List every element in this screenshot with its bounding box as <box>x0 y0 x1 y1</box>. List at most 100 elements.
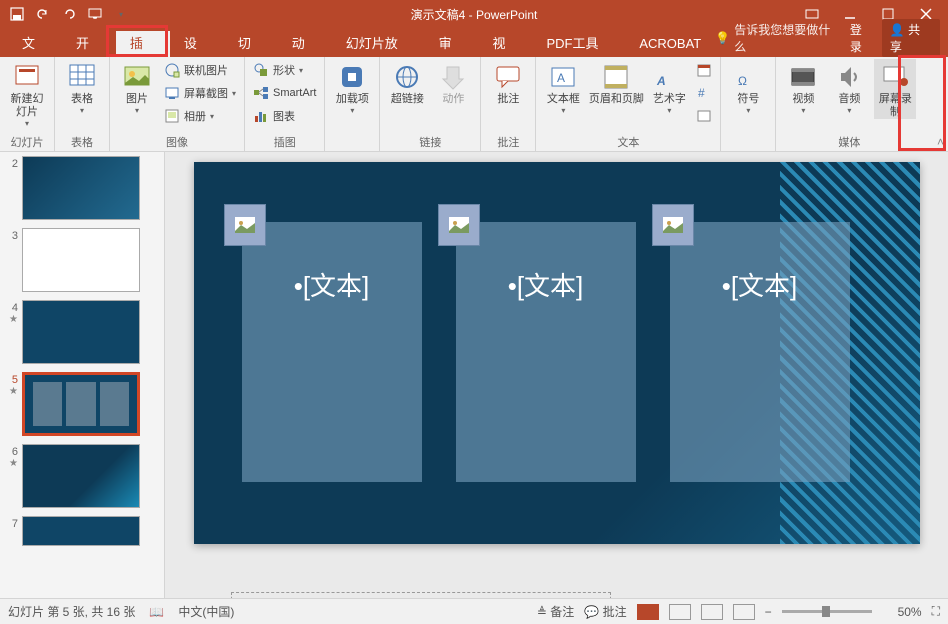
number-icon: # <box>696 85 712 101</box>
redo-icon[interactable] <box>60 5 78 23</box>
thumb-2[interactable] <box>22 156 140 220</box>
signin-link[interactable]: 登录 <box>850 21 874 55</box>
action-button[interactable]: 动作 <box>432 59 474 106</box>
bulb-icon: 💡 <box>715 31 730 45</box>
text-placeholder-1[interactable]: •[文本] <box>242 266 422 303</box>
datetime-button[interactable] <box>694 59 714 81</box>
zoom-level[interactable]: 50% <box>882 605 922 619</box>
headerfooter-button[interactable]: 页眉和页脚 <box>588 59 644 106</box>
thumb-6[interactable] <box>22 444 140 508</box>
thumb-4[interactable] <box>22 300 140 364</box>
comment-button[interactable]: 批注 <box>487 59 529 106</box>
chart-button[interactable]: 图表 <box>251 105 318 127</box>
thumb-3[interactable] <box>22 228 140 292</box>
slide-thumbnails[interactable]: 2 3 4★ 5★ 6★ 7 <box>0 152 165 598</box>
shapes-icon <box>253 62 269 78</box>
notes-button[interactable]: ≜ 备注 <box>537 603 574 620</box>
svg-text:Ω: Ω <box>738 74 747 88</box>
symbol-button[interactable]: Ω符号▾ <box>727 59 769 115</box>
comments-button[interactable]: 💬 批注 <box>584 603 626 620</box>
screenrec-button[interactable]: 屏幕录制 <box>874 59 916 119</box>
group-addins <box>331 134 373 150</box>
zoom-slider[interactable] <box>782 610 872 613</box>
svg-text:A: A <box>656 74 666 88</box>
section-title-placeholder[interactable]: 节标题 01 <box>231 592 611 598</box>
start-slideshow-icon[interactable] <box>86 5 104 23</box>
qat-dropdown-icon[interactable]: ▾ <box>112 5 130 23</box>
tab-home[interactable]: 开始 <box>62 31 116 57</box>
symbol-icon: Ω <box>732 61 764 93</box>
tab-insert[interactable]: 插入 <box>116 31 170 57</box>
tab-anim[interactable]: 动画 <box>278 31 332 57</box>
picture-icon <box>121 61 153 93</box>
undo-icon[interactable] <box>34 5 52 23</box>
new-slide-button[interactable]: 新建幻灯片▾ <box>6 59 48 128</box>
slide-canvas-area[interactable]: •[文本] •[文本] •[文本] 节标题 01 <box>165 152 948 598</box>
smartart-button[interactable]: SmartArt <box>251 82 318 104</box>
picture-placeholder-icon[interactable] <box>224 204 266 246</box>
thumb-7[interactable] <box>22 516 140 546</box>
wordart-button[interactable]: A艺术字▾ <box>648 59 690 115</box>
screenrec-icon <box>879 61 911 93</box>
tab-review[interactable]: 审阅 <box>425 31 479 57</box>
table-button[interactable]: 表格▾ <box>61 59 103 115</box>
language-status[interactable]: 中文(中国) <box>178 603 234 620</box>
online-pictures-button[interactable]: 联机图片 <box>162 59 238 81</box>
fit-window-button[interactable]: ⛶ <box>932 604 940 619</box>
group-comments: 批注 <box>487 134 529 150</box>
share-button[interactable]: 👤 共享 <box>882 19 940 57</box>
video-icon <box>787 61 819 93</box>
tab-view[interactable]: 视图 <box>479 31 533 57</box>
slide-counter[interactable]: 幻灯片 第 5 张, 共 16 张 <box>8 603 135 620</box>
zoom-slider-thumb[interactable] <box>822 606 830 617</box>
audio-button[interactable]: 音频▾ <box>828 59 870 115</box>
text-placeholder-3[interactable]: •[文本] <box>670 266 850 303</box>
comment-icon <box>492 61 524 93</box>
collapse-ribbon-icon[interactable]: ˄ <box>937 135 944 149</box>
object-button[interactable] <box>694 105 714 127</box>
svg-text:A: A <box>557 71 565 85</box>
tab-pdf[interactable]: PDF工具集 <box>532 31 625 57</box>
picture-placeholder-icon[interactable] <box>438 204 480 246</box>
chevron-down-icon: ▾ <box>25 119 29 128</box>
thumb-5[interactable] <box>22 372 140 436</box>
slidenum-button[interactable]: # <box>694 82 714 104</box>
content-card-3[interactable]: •[文本] <box>670 222 850 482</box>
tab-slideshow[interactable]: 幻灯片放映 <box>332 31 425 57</box>
anim-star-icon: ★ <box>2 386 18 397</box>
shapes-button[interactable]: 形状▾ <box>251 59 318 81</box>
new-slide-icon <box>11 61 43 93</box>
album-button[interactable]: 相册▾ <box>162 105 238 127</box>
textbox-button[interactable]: A文本框▾ <box>542 59 584 115</box>
video-button[interactable]: 视频▾ <box>782 59 824 115</box>
text-placeholder-2[interactable]: •[文本] <box>456 266 636 303</box>
tell-me-text: 告诉我您想要做什么 <box>734 21 842 55</box>
tab-design[interactable]: 设计 <box>170 31 224 57</box>
save-icon[interactable] <box>8 5 26 23</box>
normal-view-button[interactable] <box>637 604 659 620</box>
tab-transition[interactable]: 切换 <box>224 31 278 57</box>
reading-view-button[interactable] <box>701 604 723 620</box>
picture-button[interactable]: 图片▾ <box>116 59 158 115</box>
audio-icon <box>833 61 865 93</box>
zoom-out-button[interactable]: − <box>765 605 772 619</box>
chart-icon <box>253 108 269 124</box>
album-icon <box>164 108 180 124</box>
tab-file[interactable]: 文件 <box>8 31 62 57</box>
sorter-view-button[interactable] <box>669 604 691 620</box>
link-icon <box>391 61 423 93</box>
addins-button[interactable]: 加载项▾ <box>331 59 373 115</box>
content-card-1[interactable]: •[文本] <box>242 222 422 482</box>
online-pictures-icon <box>164 62 180 78</box>
slideshow-view-button[interactable] <box>733 604 755 620</box>
picture-placeholder-icon[interactable] <box>652 204 694 246</box>
slide-canvas[interactable]: •[文本] •[文本] •[文本] <box>194 162 920 544</box>
group-tables: 表格 <box>61 134 103 150</box>
tab-acrobat[interactable]: ACROBAT <box>625 31 715 57</box>
hyperlink-button[interactable]: 超链接 <box>386 59 428 106</box>
content-card-2[interactable]: •[文本] <box>456 222 636 482</box>
spellcheck-icon[interactable]: 📖 <box>149 605 164 619</box>
group-symbols <box>727 134 769 150</box>
screenshot-button[interactable]: 屏幕截图▾ <box>162 82 238 104</box>
tell-me[interactable]: 💡 告诉我您想要做什么 <box>715 21 842 55</box>
